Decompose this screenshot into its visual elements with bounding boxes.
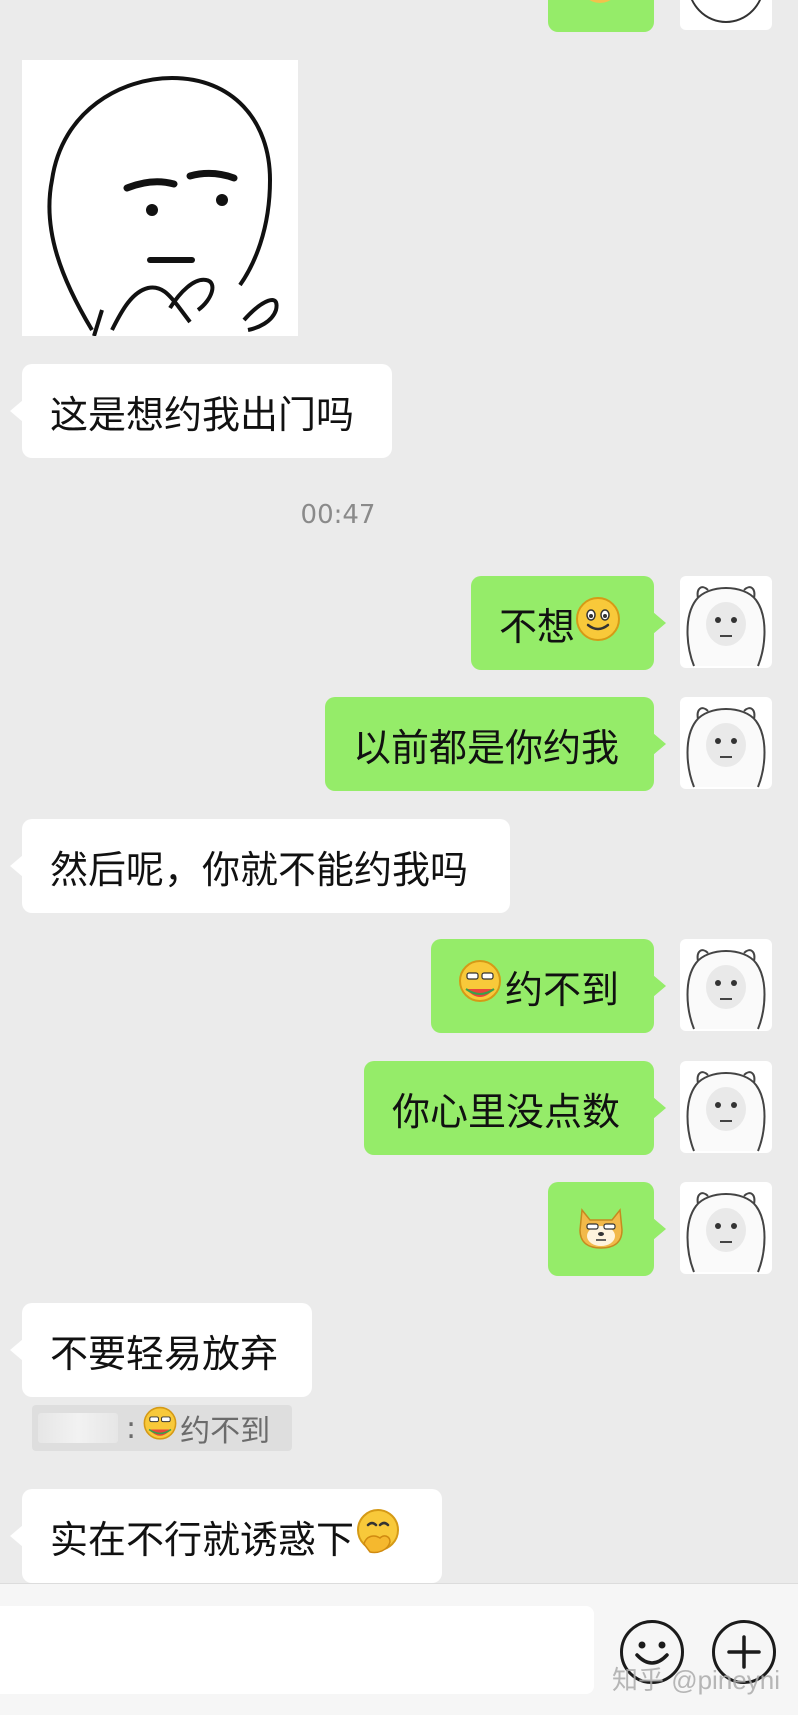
message-text: 然后呢，你就不能约我吗 [50, 847, 469, 892]
message-text: 不想 [499, 604, 576, 649]
message-bubble-left[interactable]: 不要轻易放弃 [10, 1303, 312, 1397]
watermark: 知乎 @pineyni [611, 1665, 780, 1695]
message-bubble-left[interactable]: 实在不行就诱惑下 [10, 1489, 442, 1583]
message-bubble-right[interactable]: 你心里没点数 [364, 1061, 666, 1155]
timestamp: 00:47 [300, 500, 376, 530]
message-text: 这是想约我出门吗 [50, 392, 355, 437]
shiba-doge-emoji [576, 0, 624, 14]
message-text: 不要轻易放弃 [50, 1331, 279, 1376]
message-bubble-right[interactable] [548, 1182, 666, 1276]
message-bubble-right[interactable] [548, 0, 654, 32]
hand-over-mouth-emoji [354, 1508, 402, 1565]
message-text: 约不到 [505, 967, 620, 1012]
shiba-doge-emoji [576, 1200, 626, 1259]
quoted-text: 约不到 [180, 1414, 271, 1449]
message-text: 你心里没点数 [392, 1089, 621, 1134]
message-bubble-right[interactable]: 约不到 [431, 939, 666, 1033]
message-text: 实在不行就诱惑下 [50, 1517, 355, 1562]
chat-input-bar: 知乎 @pineyni [0, 1583, 798, 1715]
message-bubble-right[interactable]: 以前都是你约我 [325, 697, 666, 791]
quoted-message[interactable]: : 约不到 [32, 1405, 292, 1451]
message-bubble-left[interactable]: 这是想约我出门吗 [10, 364, 392, 458]
user-avatar[interactable] [680, 1182, 772, 1274]
thinking-face-sticker[interactable] [22, 60, 298, 337]
user-avatar[interactable] [680, 0, 772, 30]
message-bubble-right[interactable]: 不想 [471, 576, 666, 670]
user-avatar[interactable] [680, 576, 772, 668]
eating-watermelon-emoji [457, 959, 503, 1014]
user-avatar[interactable] [680, 939, 772, 1031]
user-avatar[interactable] [680, 1061, 772, 1153]
message-bubble-left[interactable]: 然后呢，你就不能约我吗 [10, 819, 510, 913]
message-text: 以前都是你约我 [353, 725, 620, 770]
eating-watermelon-emoji [142, 1406, 178, 1450]
quoted-prefix: : [126, 1410, 137, 1446]
user-avatar[interactable] [680, 697, 772, 789]
quoted-sender-redacted [38, 1413, 118, 1443]
smile-emoji [575, 596, 621, 651]
chat-area: 这是想约我出门吗 00:47 不想 以前都是你约我 然后呢，你就不能约我吗 约不… [0, 0, 798, 1583]
message-input[interactable] [0, 1606, 594, 1694]
